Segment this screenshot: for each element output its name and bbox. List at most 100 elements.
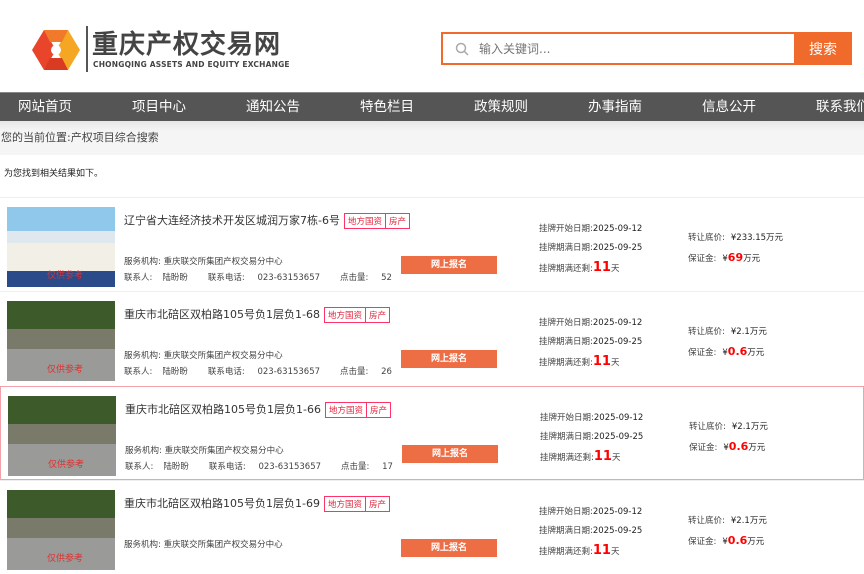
clicks-label: 点击量: — [341, 462, 373, 472]
property-thumbnail[interactable]: 仅供参考 — [7, 207, 115, 287]
property-thumbnail[interactable]: 仅供参考 — [7, 301, 115, 381]
org-label: 服务机构: — [124, 351, 164, 361]
org-label: 服务机构: — [124, 540, 164, 550]
contact-label: 联系人: — [124, 367, 153, 377]
result-title[interactable]: 重庆市北碚区双柏路105号负1层负1-68 地方国资 房产 — [124, 306, 390, 323]
result-row[interactable]: 仅供参考 重庆市北碚区双柏路105号负1层负1-68 地方国资 房产 服务机构: 重… — [0, 291, 864, 385]
start-date: 2025-09-12 — [592, 224, 643, 234]
unit: 万元 — [747, 537, 765, 547]
apply-online-button[interactable]: 网上报名 — [402, 445, 498, 463]
apply-online-button[interactable]: 网上报名 — [401, 256, 497, 274]
nav-featured[interactable]: 特色栏目 — [360, 93, 414, 121]
end-date: 2025-09-25 — [592, 526, 643, 536]
title-text[interactable]: 重庆市北碚区双柏路105号负1层负1-69 — [124, 497, 320, 510]
contact-value: 陆盼盼 — [162, 273, 188, 283]
end-label: 挂牌期满日期: — [539, 243, 593, 253]
price-info: 转让底价: ¥2.1万元 保证金: ¥0.6万元 — [689, 417, 768, 458]
contact-line: 联系人: 陆盼盼 联系电话: 023-63153657 点击量: 17 — [125, 460, 413, 472]
clicks-value: 52 — [381, 273, 392, 283]
days-remaining: 11 — [593, 449, 612, 464]
org-value: 重庆联交所集团产权交易分中心 — [163, 351, 283, 361]
price-info: 转让底价: ¥233.15万元 保证金: ¥69万元 — [688, 228, 783, 269]
main-nav: 网站首页 项目中心 通知公告 特色栏目 政策规则 办事指南 信息公开 联系我们 — [0, 92, 864, 121]
start-label: 挂牌开始日期: — [539, 224, 593, 234]
price-label: 转让底价: — [688, 327, 725, 337]
clicks-label: 点击量: — [340, 273, 372, 283]
contact-label: 联系人: — [125, 462, 154, 472]
phone-value: 023-63153657 — [257, 367, 321, 377]
remain-label: 挂牌期满还剩: — [540, 453, 594, 463]
search-button[interactable]: 搜索 — [794, 32, 852, 65]
start-date: 2025-09-12 — [593, 413, 644, 423]
start-label: 挂牌开始日期: — [540, 413, 594, 423]
listing-dates: 挂牌开始日期:2025-09-12 挂牌期满日期:2025-09-25 挂牌期满… — [540, 409, 643, 468]
nav-projects[interactable]: 项目中心 — [132, 93, 186, 121]
contact-line: 联系人: 陆盼盼 联系电话: 023-63153657 点击量: 52 — [124, 271, 412, 283]
end-label: 挂牌期满日期: — [540, 432, 594, 442]
breadcrumb-bar: 您的当前位置:产权项目综合搜索 — [0, 121, 864, 155]
unit: 万元 — [766, 233, 784, 243]
result-title[interactable]: 重庆市北碚区双柏路105号负1层负1-66 地方国资 房产 — [125, 401, 391, 418]
nav-contact[interactable]: 联系我们 — [816, 93, 864, 121]
tag-state-assets: 地方国资 — [343, 213, 386, 229]
apply-online-button[interactable]: 网上报名 — [401, 539, 497, 557]
title-text[interactable]: 重庆市北碚区双柏路105号负1层负1-66 — [125, 403, 321, 416]
end-label: 挂牌期满日期: — [539, 526, 593, 536]
listing-dates: 挂牌开始日期:2025-09-12 挂牌期满日期:2025-09-25 挂牌期满… — [539, 314, 642, 373]
watermark: 仅供参考 — [47, 271, 84, 281]
org-value: 重庆联交所集团产权交易分中心 — [163, 257, 283, 267]
result-row[interactable]: 仅供参考 辽宁省大连经济技术开发区城润万家7栋-6号 地方国资 房产 服务机构: 重… — [0, 197, 864, 291]
deposit-value: 0.6 — [727, 345, 748, 358]
title-text[interactable]: 重庆市北碚区双柏路105号负1层负1-68 — [124, 308, 320, 321]
contact-line: 联系人: 陆盼盼 联系电话: 023-63153657 点击量: 26 — [124, 365, 412, 377]
unit: 万元 — [749, 516, 767, 526]
listing-dates: 挂牌开始日期:2025-09-12 挂牌期满日期:2025-09-25 挂牌期满… — [539, 503, 642, 562]
price-label: 转让底价: — [689, 422, 726, 432]
service-org: 服务机构: 重庆联交所集团产权交易分中心 — [125, 444, 284, 456]
day-unit: 天 — [611, 453, 621, 463]
unit: 万元 — [748, 443, 766, 453]
result-title[interactable]: 辽宁省大连经济技术开发区城润万家7栋-6号 地方国资 房产 — [124, 212, 410, 229]
start-label: 挂牌开始日期: — [539, 507, 593, 517]
tag-real-estate: 房产 — [365, 496, 390, 512]
service-org: 服务机构: 重庆联交所集团产权交易分中心 — [124, 255, 283, 267]
property-thumbnail[interactable]: 仅供参考 — [8, 396, 116, 476]
site-logo[interactable]: 重庆产权交易网 CHONGQING ASSETS AND EQUITY EXCH… — [32, 24, 290, 74]
end-date: 2025-09-25 — [593, 432, 644, 442]
price-value: 233.15 — [736, 233, 767, 243]
unit: 万元 — [749, 327, 767, 337]
phone-value: 023-63153657 — [257, 273, 321, 283]
deposit-value: 0.6 — [727, 534, 748, 547]
result-row[interactable]: 仅供参考 重庆市北碚区双柏路105号负1层负1-66 地方国资 房产 服务机构: 重… — [0, 386, 864, 480]
day-unit: 天 — [610, 547, 620, 557]
unit: 万元 — [743, 254, 761, 264]
nav-disclosure[interactable]: 信息公开 — [702, 93, 756, 121]
nav-notices[interactable]: 通知公告 — [246, 93, 300, 121]
title-text[interactable]: 辽宁省大连经济技术开发区城润万家7栋-6号 — [124, 214, 340, 227]
unit: 万元 — [747, 348, 765, 358]
nav-home[interactable]: 网站首页 — [18, 93, 72, 121]
clicks-value: 26 — [381, 367, 392, 377]
clicks-label: 点击量: — [340, 367, 372, 377]
start-date: 2025-09-12 — [592, 318, 643, 328]
deposit-label: 保证金: — [688, 254, 717, 264]
deposit-value: 69 — [727, 251, 744, 264]
days-remaining: 11 — [592, 354, 611, 369]
phone-value: 023-63153657 — [258, 462, 322, 472]
price-info: 转让底价: ¥2.1万元 保证金: ¥0.6万元 — [688, 511, 767, 552]
phone-label: 联系电话: — [208, 462, 249, 472]
deposit-label: 保证金: — [689, 443, 718, 453]
logo-mark-icon — [32, 30, 80, 70]
nav-policies[interactable]: 政策规则 — [474, 93, 528, 121]
results-summary: 为您找到相关结果如下。 — [4, 169, 104, 179]
logo-title: 重庆产权交易网 — [92, 30, 282, 60]
org-label: 服务机构: — [125, 446, 165, 456]
property-thumbnail[interactable]: 仅供参考 — [7, 490, 115, 570]
search-input[interactable] — [479, 38, 779, 60]
apply-online-button[interactable]: 网上报名 — [401, 350, 497, 368]
result-row[interactable]: 仅供参考 重庆市北碚区双柏路105号负1层负1-69 地方国资 房产 服务机构: 重… — [0, 480, 864, 574]
tag-real-estate: 房产 — [366, 402, 391, 418]
result-title[interactable]: 重庆市北碚区双柏路105号负1层负1-69 地方国资 房产 — [124, 495, 390, 512]
day-unit: 天 — [610, 264, 620, 274]
nav-guide[interactable]: 办事指南 — [588, 93, 642, 121]
